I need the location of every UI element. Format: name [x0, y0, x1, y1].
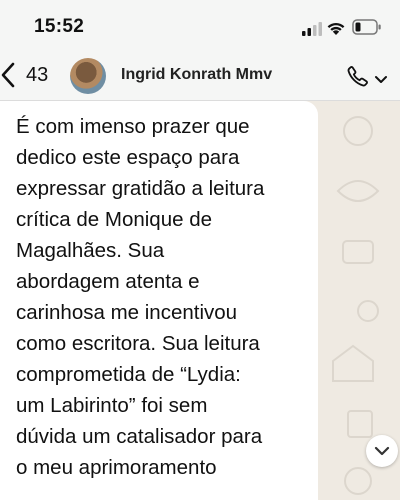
- chevron-left-icon: [0, 62, 16, 93]
- message-line: um Labirinto” foi sem: [16, 394, 208, 417]
- message-line: É com imenso prazer que: [16, 115, 250, 138]
- wifi-icon: [326, 20, 346, 41]
- cellular-signal-icon: [302, 22, 322, 41]
- message-line: dedico este espaço para: [16, 146, 240, 169]
- message-line: o meu aprimoramento: [16, 456, 217, 479]
- contact-name[interactable]: Ingrid Konrath Mmv: [121, 66, 272, 84]
- message-line: carinhosa me incentivou: [16, 301, 238, 324]
- chevron-down-icon: [374, 72, 388, 90]
- message-line: comprometida de “Lydia:: [16, 363, 241, 386]
- message-line: abordagem atenta e: [16, 270, 200, 293]
- message-line: dúvida um catalisador para: [16, 425, 263, 448]
- scroll-down-button[interactable]: [366, 435, 398, 467]
- message-line: expressar gratidão a leitura: [16, 177, 265, 200]
- battery-icon: [352, 19, 382, 40]
- status-bar: 15:52: [0, 0, 400, 52]
- chevron-down-icon: [374, 446, 390, 456]
- message-line: crítica de Monique de: [16, 208, 213, 231]
- phone-icon: [346, 64, 370, 93]
- avatar[interactable]: [70, 58, 106, 94]
- unread-count: 43: [26, 64, 49, 86]
- message-text: É com imenso prazer que dedico este espa…: [16, 111, 312, 483]
- message-line: como escritora. Sua leitura: [16, 332, 260, 355]
- chat-header: 43 Ingrid Konrath Mmv: [0, 52, 400, 101]
- message-line: Magalhães. Sua: [16, 239, 165, 262]
- message-bubble[interactable]: É com imenso prazer que dedico este espa…: [0, 101, 318, 500]
- back-button[interactable]: 43: [0, 58, 60, 94]
- status-time: 15:52: [34, 16, 85, 37]
- call-button[interactable]: [344, 64, 390, 90]
- chat-area[interactable]: É com imenso prazer que dedico este espa…: [0, 101, 400, 500]
